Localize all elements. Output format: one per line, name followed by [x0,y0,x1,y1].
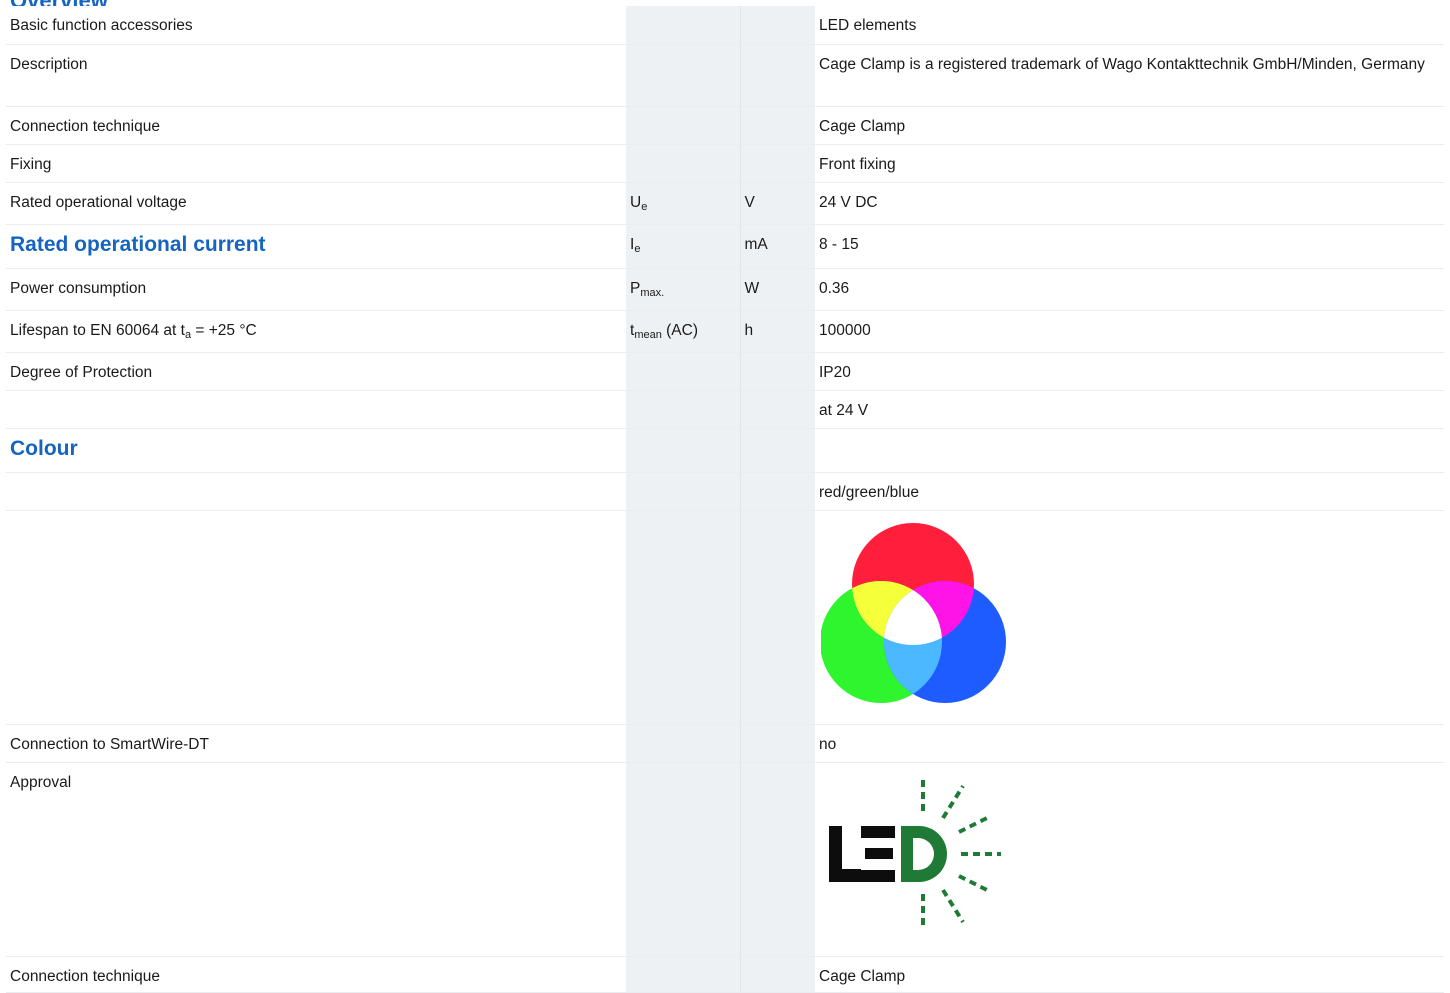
row-value: red/green/blue [815,472,1444,511]
row-label: Connection technique [6,956,626,993]
row-unit: mA [740,224,815,269]
row-symbol: Pmax. [626,268,741,311]
row-label: Connection technique [6,106,626,145]
row-unit: V [740,182,815,225]
table-row: Description Cage Clamp is a registered t… [6,44,1444,107]
row-label: Connection to SmartWire-DT [6,724,626,763]
row-label: Fixing [6,144,626,183]
row-value: 100000 [815,310,1444,353]
row-value: Cage Clamp [815,106,1444,145]
row-label: Approval [6,762,626,957]
table-row: red/green/blue [6,472,1444,511]
table-row: Fixing Front fixing [6,144,1444,183]
table-row: Connection technique Cage Clamp [6,106,1444,145]
row-symbol: Ue [626,182,741,225]
row-label: Lifespan to EN 60064 at ta = +25 °C [6,310,626,353]
row-value: Cage Clamp is a registered trademark of … [815,44,1444,107]
table-row: Degree of Protection IP20 [6,352,1444,391]
table-row: Rated operational current Ie mA 8 - 15 [6,224,1444,269]
row-label: Rated operational voltage [6,182,626,225]
row-unit: h [740,310,815,353]
row-label: Basic function accessories [6,6,626,45]
row-value: no [815,724,1444,763]
section-heading: Colour [6,428,626,473]
table-row: Colour [6,428,1444,473]
row-value: 8 - 15 [815,224,1444,269]
row-unit: W [740,268,815,311]
row-symbol: Ie [626,224,741,269]
table-row: Connection to SmartWire-DT no [6,724,1444,763]
row-value: Front fixing [815,144,1444,183]
led-logo-icon [829,779,1001,928]
table-row: at 24 V [6,390,1444,429]
spec-table: Basic function accessories LED elements … [6,6,1444,993]
row-value: Cage Clamp [815,956,1444,993]
row-label: Description [6,44,626,107]
row-symbol: tmean (AC) [626,310,741,353]
row-label: Power consumption [6,268,626,311]
table-row: Rated operational voltage Ue V 24 V DC [6,182,1444,225]
table-row: Lifespan to EN 60064 at ta = +25 °C tmea… [6,310,1444,353]
table-row: Power consumption Pmax. W 0.36 [6,268,1444,311]
table-row: Connection technique Cage Clamp [6,956,1444,993]
row-value: 0.36 [815,268,1444,311]
row-value: 24 V DC [815,182,1444,225]
section-heading: Rated operational current [6,224,626,269]
table-row [6,510,1444,725]
row-value: LED elements [815,6,1444,45]
table-row: Basic function accessories LED elements [6,6,1444,45]
row-value: at 24 V [815,390,1444,429]
row-label: Degree of Protection [6,352,626,391]
row-value: IP20 [815,352,1444,391]
rgb-color-circles-icon [821,522,1006,703]
table-row: Approval [6,762,1444,957]
